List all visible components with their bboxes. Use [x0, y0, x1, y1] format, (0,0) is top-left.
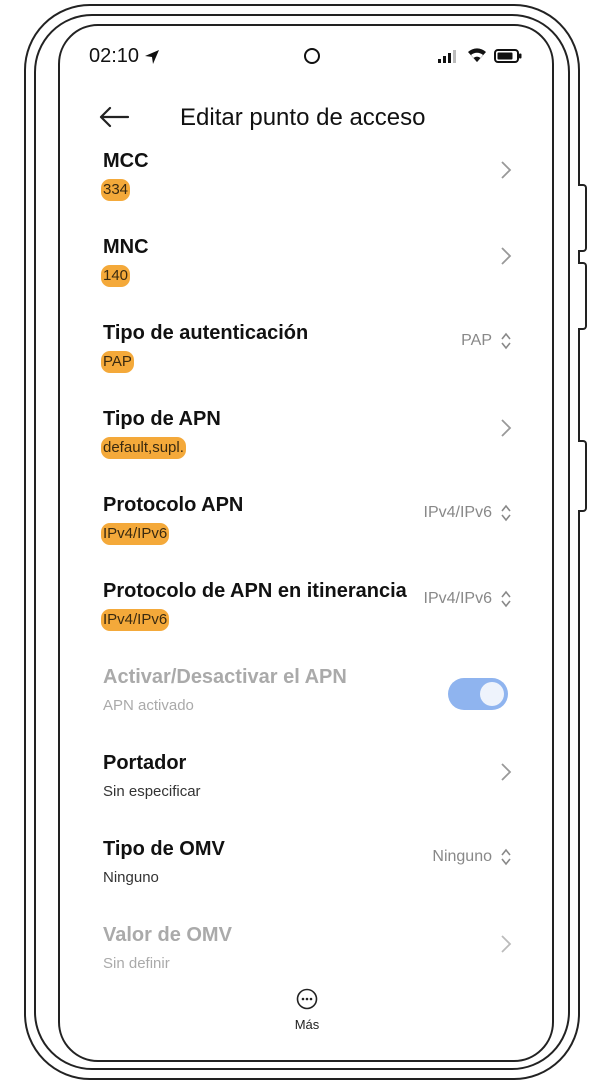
volume-down-button: [578, 262, 587, 330]
apn-toggle[interactable]: [448, 678, 508, 710]
chevron-right-icon: [501, 247, 512, 265]
row-bearer[interactable]: Portador Sin especificar: [60, 752, 552, 838]
select-value-text: IPv4/IPv6: [423, 504, 492, 521]
wifi-icon: [468, 48, 486, 62]
row-title: MCC: [103, 150, 149, 172]
row-mnc[interactable]: MNC 140: [60, 236, 552, 322]
row-title: Protocolo APN: [103, 494, 244, 516]
select-value[interactable]: PAP: [461, 332, 512, 350]
updown-chevron-icon: [501, 332, 511, 350]
more-dots-icon: [296, 988, 318, 1010]
chevron-right-icon: [501, 161, 512, 179]
row-title: Tipo de APN: [103, 408, 221, 430]
row-title: Valor de OMV: [103, 924, 232, 946]
row-roaming-protocol[interactable]: Protocolo de APN en itinerancia IPv4/IPv…: [60, 580, 552, 666]
select-value[interactable]: IPv4/IPv6: [424, 504, 512, 522]
row-subtitle: APN activado: [103, 697, 194, 714]
select-value-text: IPv4/IPv6: [423, 590, 492, 607]
app-header: Editar punto de acceso: [60, 94, 552, 144]
row-subtitle: IPv4/IPv6: [101, 609, 170, 631]
row-title: Protocolo de APN en itinerancia: [103, 580, 407, 602]
select-value-text: Ninguno: [432, 848, 492, 865]
row-subtitle: Sin especificar: [103, 783, 201, 800]
chevron-right-icon: [501, 935, 512, 953]
location-arrow-icon: [145, 49, 160, 64]
chevron-right-icon: [501, 419, 512, 437]
updown-chevron-icon: [501, 848, 511, 866]
row-apn-type[interactable]: Tipo de APN default,supl.: [60, 408, 552, 494]
toggle-knob: [480, 682, 504, 706]
row-subtitle: PAP: [101, 351, 134, 373]
updown-chevron-icon: [501, 504, 511, 522]
status-time-text: 02:10: [89, 45, 140, 67]
row-subtitle: Sin definir: [103, 955, 170, 972]
updown-chevron-icon: [501, 590, 511, 608]
row-title: MNC: [103, 236, 149, 258]
row-subtitle: default,supl.: [101, 437, 186, 459]
more-button[interactable]: Más: [281, 988, 333, 1038]
row-title: Tipo de autenticación: [103, 322, 309, 344]
back-arrow-icon: [99, 106, 130, 128]
battery-icon: [494, 48, 522, 63]
volume-up-button: [578, 184, 587, 252]
front-camera: [304, 48, 320, 64]
row-subtitle: 334: [101, 179, 131, 201]
back-button[interactable]: [98, 104, 134, 132]
row-subtitle: Ninguno: [103, 869, 159, 886]
row-mcc[interactable]: MCC 334: [60, 150, 552, 236]
more-label: Más: [294, 1017, 320, 1032]
signal-icon: [438, 49, 456, 63]
phone-screen: 02:10 Editar punto de acceso MCC 334 MNC…: [58, 24, 554, 1062]
status-icons: [438, 48, 522, 63]
row-apn-protocol[interactable]: Protocolo APN IPv4/IPv6 IPv4/IPv6: [60, 494, 552, 580]
status-bar: 02:10: [60, 26, 552, 86]
chevron-right-icon: [501, 763, 512, 781]
page-title: Editar punto de acceso: [180, 104, 426, 131]
row-mvno-type[interactable]: Tipo de OMV Ninguno Ninguno: [60, 838, 552, 924]
power-button: [578, 440, 587, 512]
row-title: Portador: [103, 752, 187, 774]
select-value[interactable]: Ninguno: [432, 848, 512, 866]
row-title: Activar/Desactivar el APN: [103, 666, 347, 688]
status-time: 02:10: [89, 45, 161, 68]
row-title: Tipo de OMV: [103, 838, 225, 860]
row-subtitle: 140: [101, 265, 131, 287]
row-auth-type[interactable]: Tipo de autenticación PAP PAP: [60, 322, 552, 408]
row-apn-enable[interactable]: Activar/Desactivar el APN APN activado: [60, 666, 552, 752]
select-value-text: PAP: [461, 332, 492, 349]
select-value[interactable]: IPv4/IPv6: [424, 590, 512, 608]
row-subtitle: IPv4/IPv6: [101, 523, 170, 545]
